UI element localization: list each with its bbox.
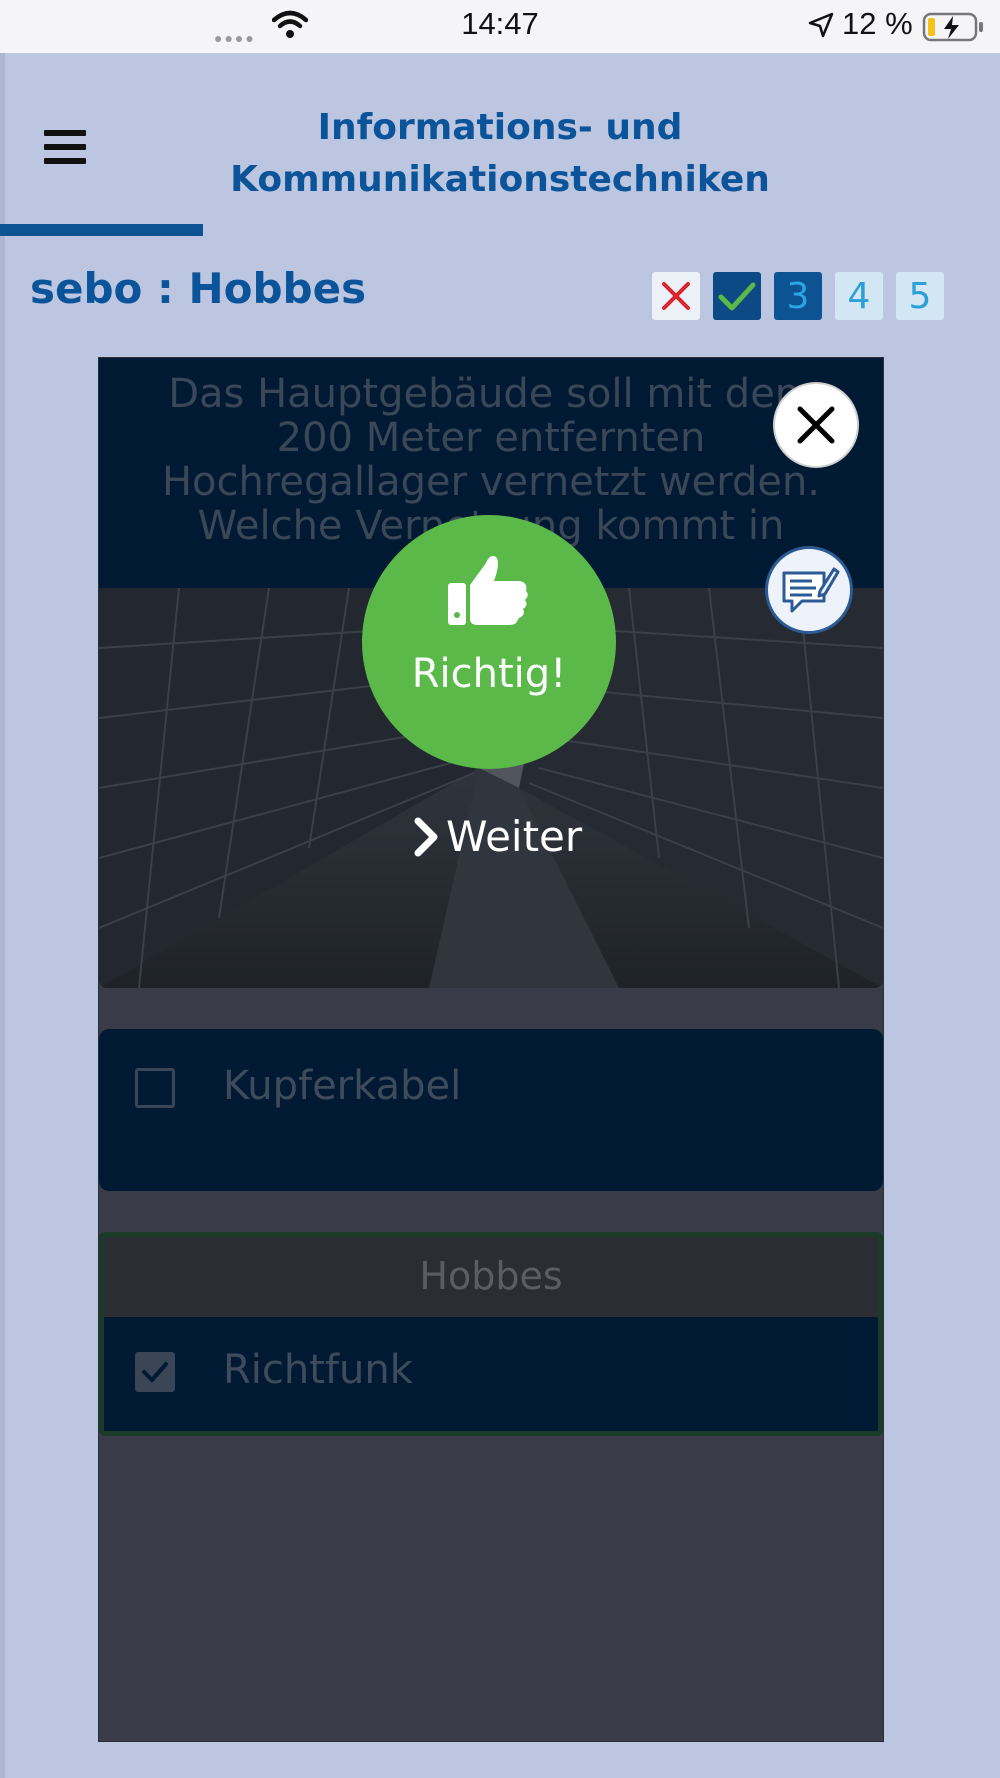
page-title-line2: Kommunikationstechniken [230,159,770,200]
page-title: Informations- und Kommunikationstechnike… [200,102,800,206]
round-2-won [713,272,761,320]
match-players: sebo : Hobbes [30,264,366,313]
chevron-right-icon [414,817,438,856]
player-name: sebo [30,264,143,313]
comment-button[interactable] [765,546,853,634]
edge-shadow [0,53,5,1778]
check-icon [718,282,756,311]
result-badge: Richtig! [362,515,616,769]
opponent-name: Hobbes [188,264,367,313]
location-arrow-icon [808,12,834,38]
close-button[interactable] [775,384,857,466]
answer-2-body: Richtfunk [104,1317,878,1431]
next-label: Weiter [446,812,583,861]
progress-underline [0,224,203,236]
round-3-current: 3 [774,272,822,320]
answer-2-label: Richtfunk [223,1347,413,1393]
status-bar: ●●●● 14:47 12 % [0,0,1000,53]
battery-percentage: 12 % [842,6,913,41]
comment-edit-icon [782,567,840,613]
page-title-line1: Informations- und [317,107,683,148]
round-4-pending: 4 [835,272,883,320]
players-separator: : [142,264,189,313]
answer-1-checkbox[interactable] [135,1068,175,1108]
round-5-pending: 5 [896,272,944,320]
hamburger-menu-icon[interactable] [44,130,86,164]
answer-option-1[interactable]: Kupferkabel [99,1029,883,1191]
answer-2-chosen-by: Hobbes [419,1254,563,1298]
close-icon [797,406,835,444]
thumbs-up-icon [448,555,528,625]
check-icon [142,1362,168,1382]
result-label: Richtig! [411,651,567,697]
answer-2-checkbox-checked[interactable] [135,1352,175,1392]
cross-icon [662,282,690,310]
round-1-lost [652,272,700,320]
answer-option-2[interactable]: Hobbes Richtfunk [99,1232,883,1436]
answer-1-label: Kupferkabel [223,1063,462,1109]
battery-charging-icon [922,12,983,42]
next-button[interactable]: Weiter [412,812,582,861]
round-indicators: 3 4 5 [652,272,944,320]
